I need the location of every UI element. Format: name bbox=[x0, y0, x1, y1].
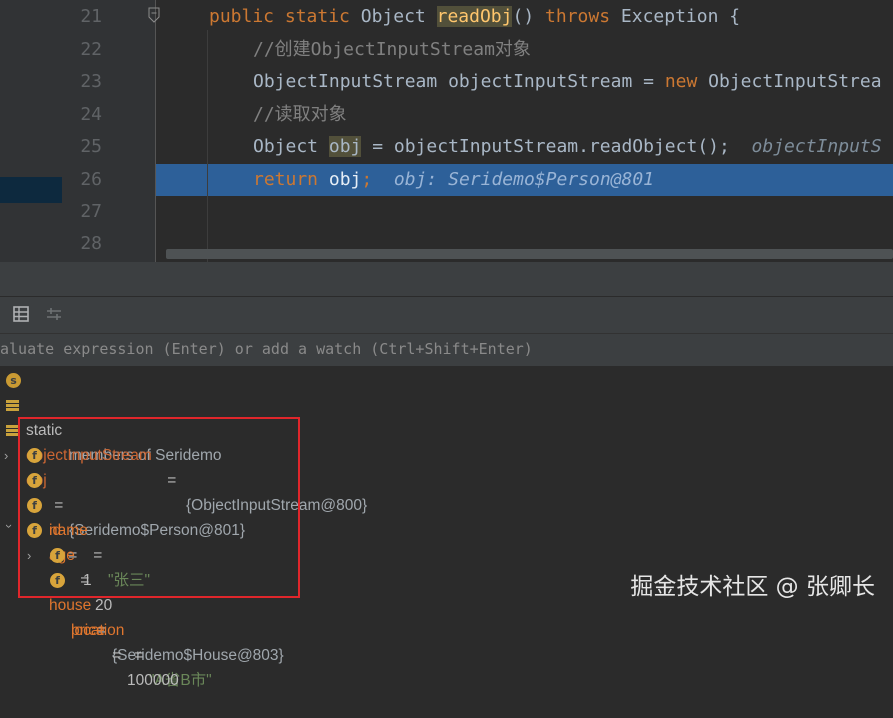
fold-marker-icon[interactable] bbox=[148, 7, 160, 24]
horizontal-scrollbar[interactable] bbox=[166, 249, 893, 259]
layout-settings-icon[interactable] bbox=[45, 305, 63, 323]
tree-row-objectinputstream[interactable]: objectInputStream = {ObjectInputStream@8… bbox=[0, 393, 893, 514]
code-line-21[interactable]: public static Object readObj() throws Ex… bbox=[209, 6, 741, 27]
inline-debug-value: obj: Seridemo$Person@801 bbox=[393, 169, 655, 190]
keyword: return bbox=[253, 169, 319, 190]
method-name: readObj bbox=[436, 6, 513, 27]
line-number: 28 bbox=[80, 233, 102, 254]
keyword: new bbox=[664, 71, 698, 92]
code-comment: //创建ObjectInputStream对象 bbox=[253, 39, 531, 60]
code-text: Exception { bbox=[620, 6, 741, 27]
keyword: static bbox=[284, 6, 350, 27]
code-text: Object bbox=[253, 136, 329, 157]
code-line-25[interactable]: Object obj = objectInputStream.readObjec… bbox=[253, 136, 882, 157]
inline-debug-value: objectInputS bbox=[751, 136, 882, 157]
equals-sign: = bbox=[108, 647, 126, 664]
code-text: obj bbox=[328, 169, 362, 190]
line-number: 23 bbox=[80, 71, 102, 92]
return-type: Object bbox=[360, 6, 426, 27]
debug-toolbar bbox=[0, 296, 893, 333]
table-view-icon[interactable] bbox=[12, 305, 30, 323]
annotation-highlight-box bbox=[18, 417, 300, 598]
debug-panel-header bbox=[0, 262, 893, 296]
code-line-22[interactable]: //创建ObjectInputStream对象 bbox=[253, 40, 531, 60]
indent-guide bbox=[207, 30, 208, 262]
line-number: 25 bbox=[80, 136, 102, 157]
code-line-24[interactable]: //读取对象 bbox=[253, 105, 347, 125]
line-number: 26 bbox=[80, 169, 102, 190]
code-comment: //读取对象 bbox=[253, 104, 347, 125]
field-name: price bbox=[71, 622, 105, 639]
line-number: 22 bbox=[80, 39, 102, 60]
field-value: 100000 bbox=[127, 672, 179, 689]
project-selected-row[interactable] bbox=[0, 177, 62, 203]
tree-row-static-members[interactable]: s static members of Seridemo bbox=[0, 368, 893, 464]
line-number: 21 bbox=[80, 6, 102, 27]
code-line-23[interactable]: ObjectInputStream objectInputStream = ne… bbox=[253, 72, 882, 92]
semicolon: ; bbox=[361, 169, 373, 190]
code-text: = objectInputStream.readObject(); bbox=[361, 136, 730, 157]
code-text: ObjectInputStrea bbox=[708, 71, 882, 92]
keyword: throws bbox=[545, 6, 611, 27]
static-members-icon: s bbox=[6, 373, 21, 388]
gutter-divider bbox=[155, 0, 156, 262]
line-number: 24 bbox=[80, 104, 102, 125]
expand-arrow-icon[interactable]: › bbox=[4, 443, 16, 468]
variable-obj: obj bbox=[328, 136, 362, 157]
watermark: 掘金技术社区 @ 张卿长 bbox=[630, 574, 875, 600]
keyword: public bbox=[209, 6, 275, 27]
code-text: ObjectInputStream objectInputStream = bbox=[253, 71, 665, 92]
equals-sign: = bbox=[130, 647, 148, 664]
evaluate-expression-bar[interactable]: aluate expression (Enter) or add a watch… bbox=[0, 333, 893, 366]
evaluate-expression-input[interactable]: aluate expression (Enter) or add a watch… bbox=[0, 340, 533, 358]
code-editor[interactable]: 21 22 23 24 25 26 27 28 public static Ob… bbox=[0, 0, 893, 262]
project-panel-strip bbox=[0, 0, 62, 262]
line-number: 27 bbox=[80, 201, 102, 222]
code-line-26[interactable]: return obj; obj: Seridemo$Person@801 bbox=[253, 170, 654, 190]
code-text: () bbox=[512, 6, 535, 27]
local-variable-icon bbox=[6, 400, 19, 411]
